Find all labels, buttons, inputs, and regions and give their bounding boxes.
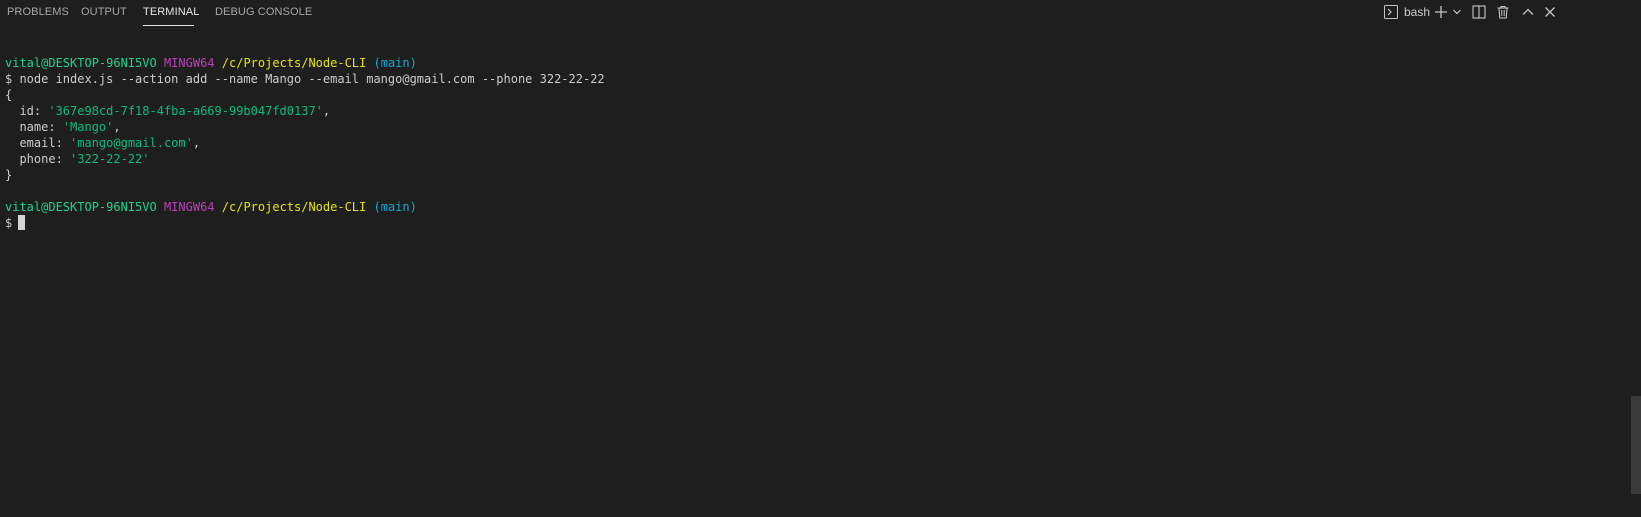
close-panel-button[interactable] (1543, 3, 1557, 21)
prompt-user-host: vital@DESKTOP-96NI5VO (5, 56, 157, 70)
prompt-branch: (main) (373, 56, 417, 70)
output-close-brace: } (5, 168, 13, 182)
prompt-line: vital@DESKTOP-96NI5VO MINGW64 /c/Project… (5, 199, 1625, 215)
prompt-shell: MINGW64 (163, 200, 215, 214)
field-key: phone: (5, 152, 71, 166)
new-terminal-button[interactable] (1434, 3, 1448, 21)
terminal-cursor (18, 215, 26, 230)
kill-terminal-icon (1496, 5, 1510, 19)
tab-terminal[interactable]: TERMINAL (143, 0, 199, 24)
panel-header: PROBLEMS OUTPUT TERMINAL DEBUG CONSOLE b… (0, 0, 1641, 26)
split-terminal-button[interactable] (1472, 3, 1486, 21)
prompt-path: /c/Projects/Node-CLI (221, 56, 367, 70)
tab-output[interactable]: OUTPUT (81, 0, 127, 24)
terminal-scrollbar-thumb[interactable] (1631, 396, 1641, 494)
terminal-profile-button[interactable]: bash (1384, 3, 1430, 21)
close-panel-icon (1543, 5, 1557, 19)
prompt-path: /c/Projects/Node-CLI (221, 200, 367, 214)
split-terminal-icon (1472, 5, 1486, 19)
command-line: $ node index.js --action add --name Mang… (5, 72, 605, 86)
terminal-output[interactable]: vital@DESKTOP-96NI5VO MINGW64 /c/Project… (5, 55, 1625, 510)
field-value: 'Mango' (62, 120, 114, 134)
field-value: '322-22-22' (70, 152, 150, 166)
tab-problems[interactable]: PROBLEMS (7, 0, 69, 24)
prompt-user-host: vital@DESKTOP-96NI5VO (5, 200, 157, 214)
output-open-brace: { (5, 88, 13, 102)
maximize-panel-button[interactable] (1521, 3, 1535, 21)
input-prompt-symbol: $ (5, 216, 13, 230)
field-key: name: (5, 120, 63, 134)
output-field-email: email: 'mango@gmail.com', (5, 135, 1625, 151)
maximize-panel-icon (1521, 5, 1535, 19)
tab-debug-console[interactable]: DEBUG CONSOLE (215, 0, 312, 24)
field-suffix: , (113, 120, 121, 134)
field-key: email: (5, 136, 71, 150)
launch-profile-dropdown[interactable] (1452, 3, 1462, 21)
field-value: '367e98cd-7f18-4fba-a669-99b047fd0137' (48, 104, 323, 118)
prompt-line: vital@DESKTOP-96NI5VO MINGW64 /c/Project… (5, 55, 1625, 71)
field-suffix: , (322, 104, 331, 118)
input-line[interactable]: $ (5, 215, 1625, 231)
terminal-profile-label: bash (1404, 5, 1431, 19)
dropdown-chevron-icon (1452, 7, 1462, 17)
field-key: id: (5, 104, 49, 118)
terminal-profile-icon (1384, 5, 1398, 19)
active-tab-indicator (143, 25, 194, 26)
kill-terminal-button[interactable] (1496, 3, 1510, 21)
output-field-name: name: 'Mango', (5, 119, 1625, 135)
prompt-branch: (main) (373, 200, 417, 214)
new-terminal-icon (1434, 5, 1448, 19)
output-field-id: id: '367e98cd-7f18-4fba-a669-99b047fd013… (5, 103, 1625, 119)
field-suffix: , (192, 136, 201, 150)
field-value: 'mango@gmail.com' (70, 136, 193, 150)
prompt-shell: MINGW64 (163, 56, 215, 70)
output-field-phone: phone: '322-22-22' (5, 151, 1625, 167)
